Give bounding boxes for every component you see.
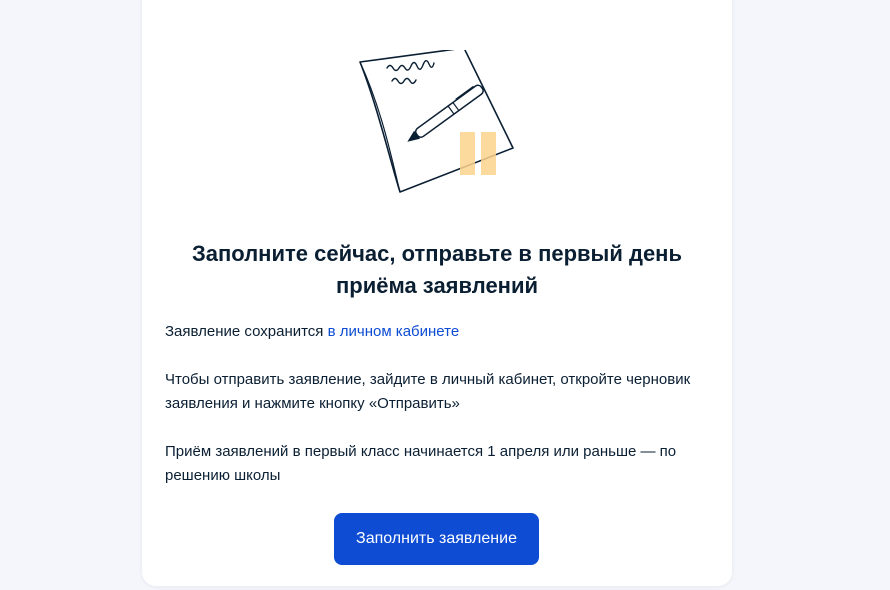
application-card: Заполните сейчас, отправьте в первый ден… <box>142 0 732 586</box>
saved-info-label: Заявление сохранится <box>165 323 328 340</box>
send-instructions-text: Чтобы отправить заявление, зайдите в лич… <box>165 371 691 412</box>
fill-application-button[interactable]: Заполнить заявление <box>334 513 539 565</box>
admission-info-text: Приём заявлений в первый класс начинаетс… <box>165 443 677 484</box>
personal-account-link[interactable]: в личном кабинете <box>328 323 460 340</box>
modal-title: Заполните сейчас, отправьте в первый ден… <box>192 241 682 298</box>
document-pen-pause-icon <box>359 50 514 193</box>
saved-info-text: Заявление сохранится в личном кабинете <box>165 320 710 344</box>
